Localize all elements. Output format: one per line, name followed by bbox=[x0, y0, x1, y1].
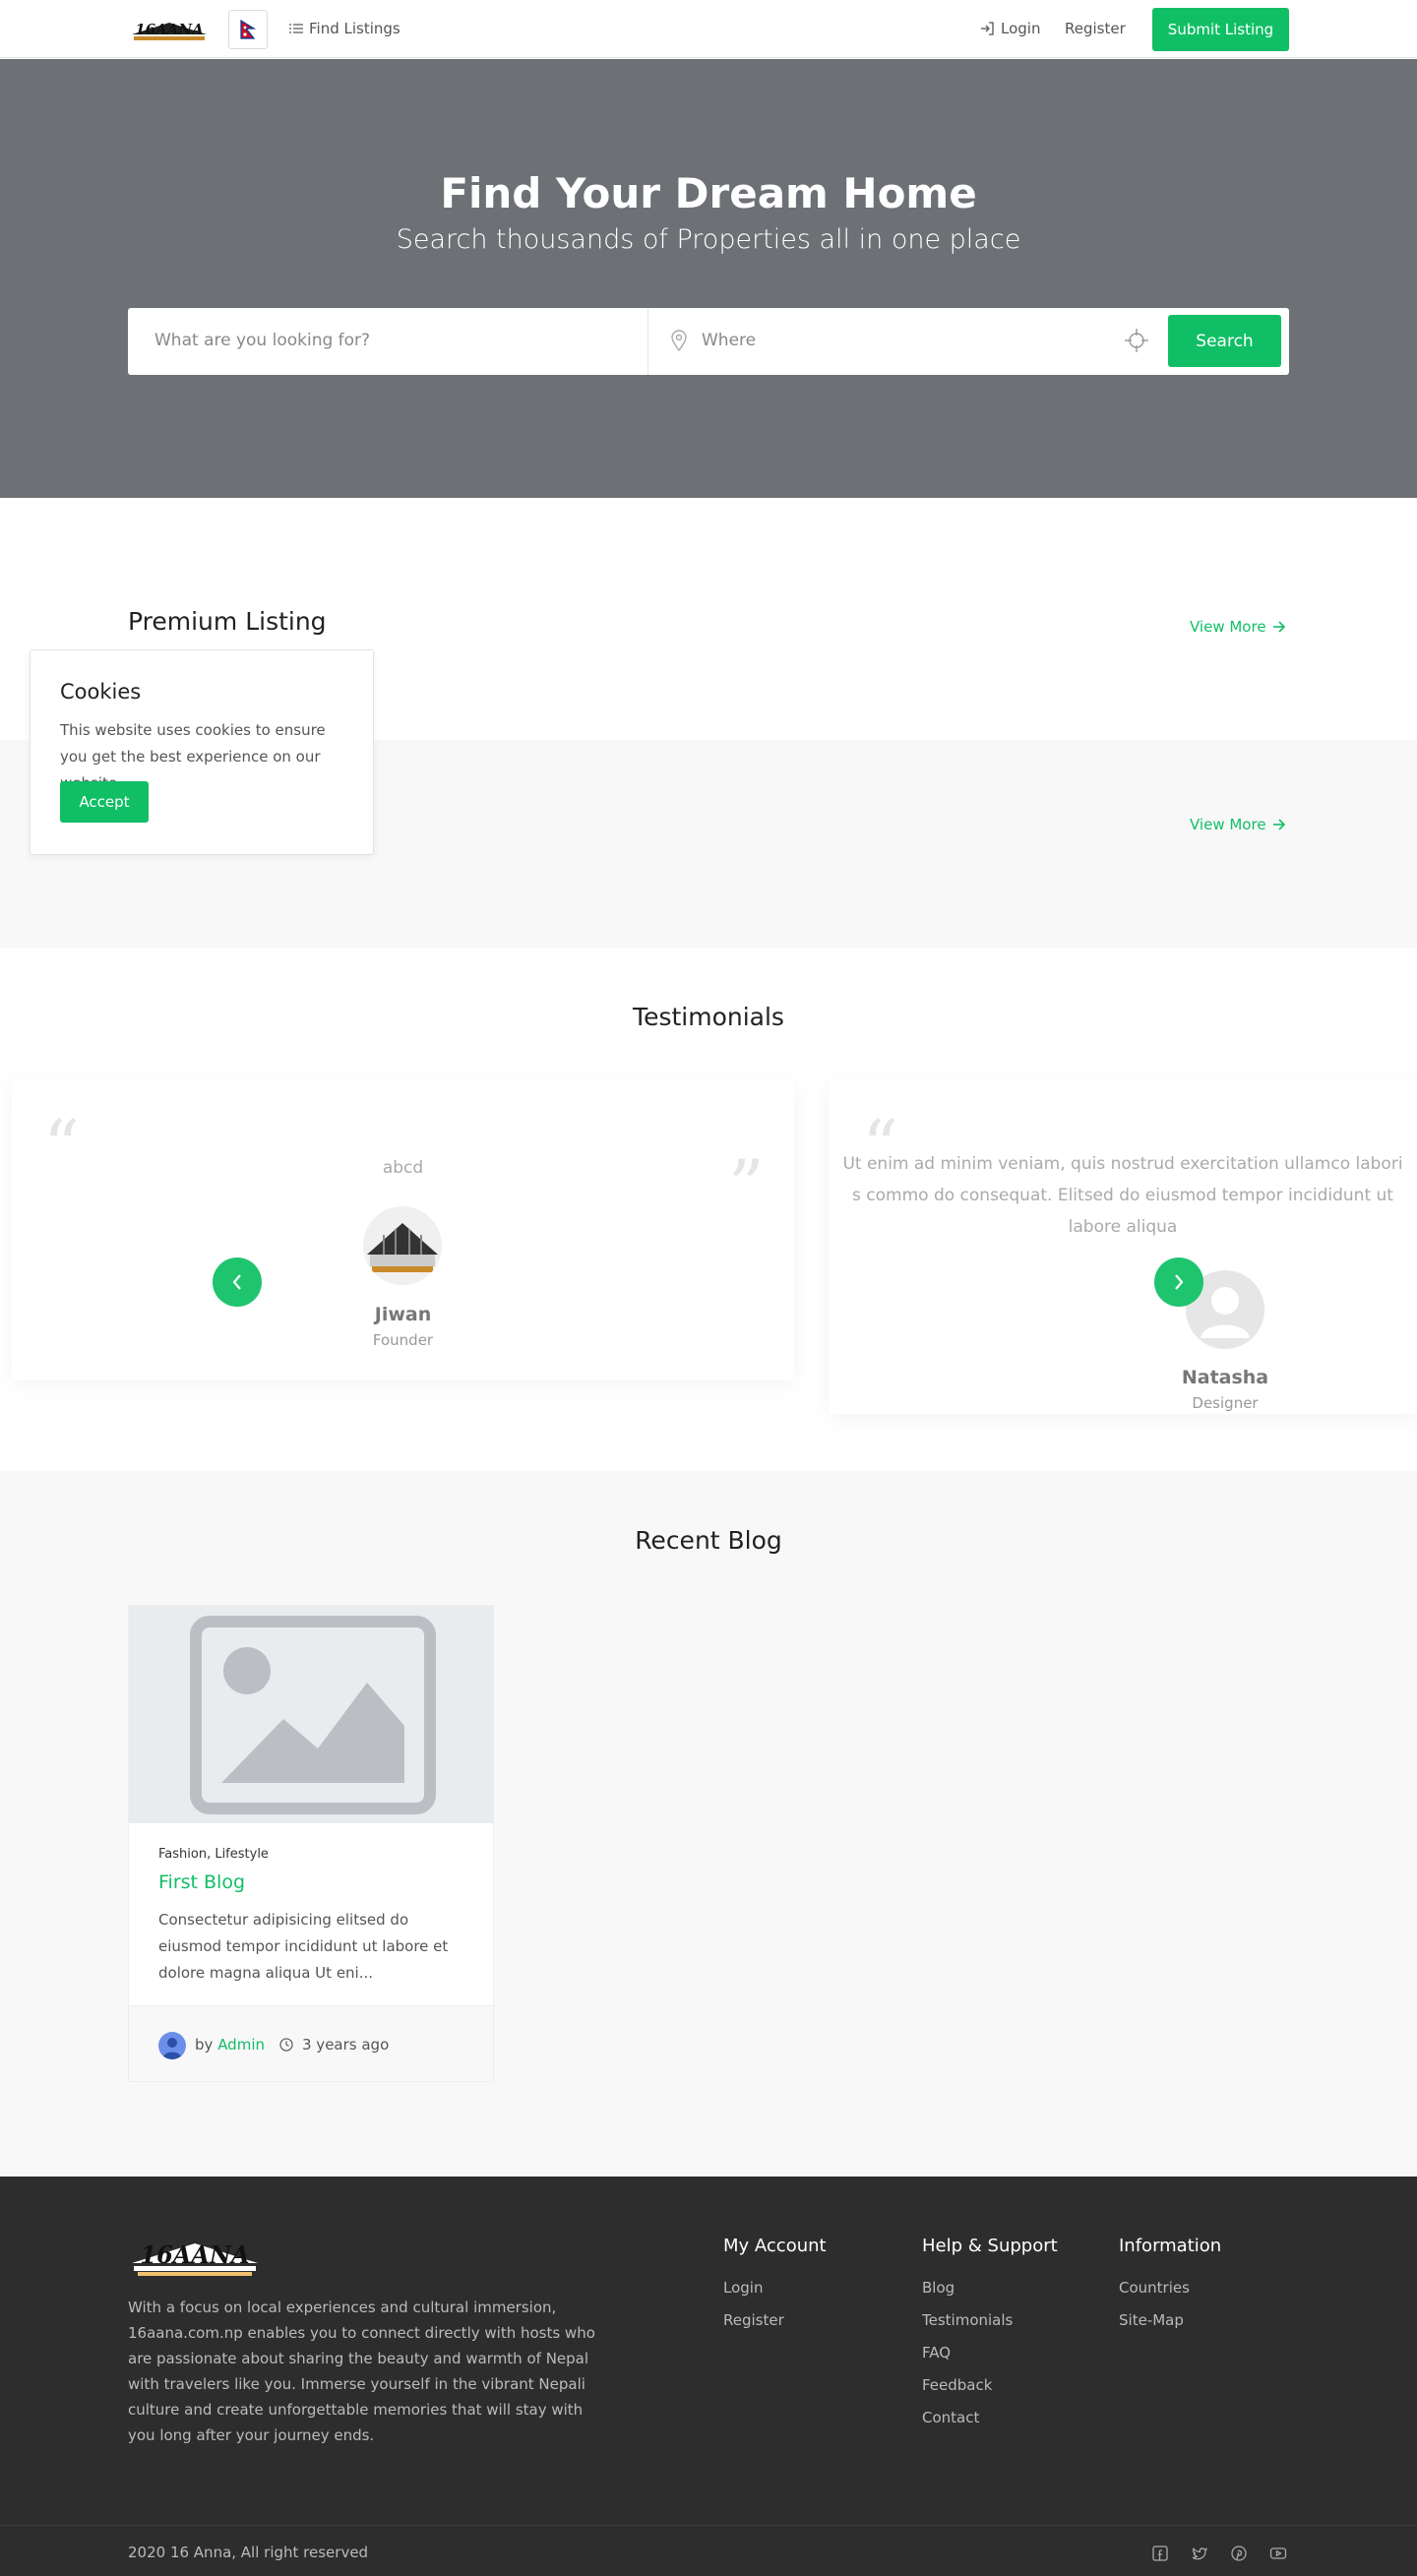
hero-title: Find Your Dream Home bbox=[440, 169, 977, 217]
footer-col-title: Information bbox=[1119, 2236, 1222, 2256]
testimonials-title: Testimonials bbox=[633, 1003, 784, 1031]
footer-link-login[interactable]: Login bbox=[723, 2279, 763, 2297]
list-icon bbox=[289, 24, 303, 33]
premium-listing-title: Premium Listing bbox=[128, 607, 327, 636]
testimonial-role: Founder bbox=[372, 1331, 434, 1349]
site-footer: 16AANA With a focus on local experiences… bbox=[0, 2177, 1417, 2576]
facebook-icon[interactable] bbox=[1151, 2545, 1169, 2562]
testimonial-avatar bbox=[363, 1206, 442, 1285]
blog-time: 3 years ago bbox=[302, 2036, 390, 2054]
login-link[interactable]: Login bbox=[979, 20, 1040, 37]
footer-link-sitemap[interactable]: Site-Map bbox=[1119, 2311, 1184, 2329]
footer-link-faq[interactable]: FAQ bbox=[922, 2344, 951, 2361]
footer-col-title: My Account bbox=[723, 2236, 827, 2256]
nepal-flag-icon bbox=[240, 20, 256, 39]
cookie-accept-button[interactable]: Accept bbox=[60, 781, 149, 823]
footer-link-testimonials[interactable]: Testimonials bbox=[922, 2311, 1013, 2329]
crosshair-icon[interactable] bbox=[1124, 328, 1149, 353]
footer-link-blog[interactable]: Blog bbox=[922, 2279, 955, 2297]
blog-meta: by Admin 3 years ago bbox=[129, 2005, 493, 2081]
pinterest-icon[interactable] bbox=[1230, 2545, 1248, 2562]
footer-divider bbox=[0, 2525, 1417, 2526]
testimonial-role: Designer bbox=[1192, 1394, 1259, 1412]
recent-blog-title: Recent Blog bbox=[635, 1526, 782, 1555]
site-header: 16AANA Find Listings Login Register Subm… bbox=[0, 0, 1417, 58]
image-placeholder-icon bbox=[190, 1616, 436, 1814]
find-listings-label: Find Listings bbox=[309, 20, 400, 37]
author-avatar bbox=[158, 2032, 186, 2059]
chevron-right-icon bbox=[1175, 1274, 1184, 1290]
testimonial-prev-button[interactable] bbox=[213, 1257, 262, 1307]
login-label: Login bbox=[1001, 20, 1041, 37]
arrow-right-icon bbox=[1272, 819, 1285, 830]
cookie-title: Cookies bbox=[60, 680, 142, 704]
hero-section: Find Your Dream Home Search thousands of… bbox=[0, 59, 1417, 498]
chevron-left-icon bbox=[232, 1274, 241, 1290]
register-link[interactable]: Register bbox=[1065, 20, 1126, 37]
footer-link-register[interactable]: Register bbox=[723, 2311, 784, 2329]
arrow-right-icon bbox=[1272, 621, 1285, 633]
keyword-search-input[interactable]: What are you looking for? bbox=[154, 331, 370, 350]
blog-categories[interactable]: Fashion, Lifestyle bbox=[158, 1847, 269, 1862]
blog-post-title[interactable]: First Blog bbox=[158, 1871, 245, 1893]
testimonial-card: “ ” abcd Jiwan Founder bbox=[12, 1079, 794, 1380]
blog-author-line: by Admin bbox=[195, 2036, 265, 2054]
twitter-icon[interactable] bbox=[1191, 2545, 1208, 2562]
cookie-banner: Cookies This website uses cookies to ens… bbox=[30, 649, 374, 855]
testimonial-card: “ Ut enim ad minim veniam, quis nostrud … bbox=[829, 1079, 1417, 1414]
footer-link-feedback[interactable]: Feedback bbox=[922, 2376, 992, 2394]
testimonial-text: abcd bbox=[382, 1158, 424, 1178]
featured-view-more-link[interactable]: View More bbox=[1190, 816, 1285, 833]
by-label: by bbox=[195, 2036, 214, 2054]
search-bar: What are you looking for? Where Search bbox=[128, 308, 1289, 375]
footer-link-contact[interactable]: Contact bbox=[922, 2409, 979, 2426]
svg-text:16AANA: 16AANA bbox=[135, 21, 204, 38]
copyright-text: 2020 16 Anna, All right reserved bbox=[128, 2544, 369, 2561]
search-divider bbox=[647, 308, 648, 375]
location-search-input[interactable]: Where bbox=[702, 331, 756, 350]
footer-logo-text: 16AANA bbox=[140, 2240, 249, 2269]
testimonial-name: Natasha bbox=[1181, 1367, 1269, 1388]
author-link[interactable]: Admin bbox=[217, 2036, 265, 2054]
find-listings-link[interactable]: Find Listings bbox=[289, 20, 400, 37]
youtube-icon[interactable] bbox=[1269, 2545, 1287, 2562]
blog-image-placeholder[interactable] bbox=[129, 1606, 493, 1823]
view-more-label: View More bbox=[1190, 618, 1266, 636]
hero-subtitle: Search thousands of Properties all in on… bbox=[396, 224, 1021, 255]
testimonial-name: Jiwan bbox=[374, 1304, 432, 1325]
map-pin-icon bbox=[671, 330, 687, 351]
premium-view-more-link[interactable]: View More bbox=[1190, 618, 1285, 636]
testimonial-text: Ut enim ad minim veniam, quis nostrud ex… bbox=[842, 1154, 1403, 1237]
login-icon bbox=[981, 22, 994, 35]
country-selector-button[interactable] bbox=[228, 10, 268, 49]
footer-col-title: Help & Support bbox=[922, 2236, 1058, 2256]
view-more-label: View More bbox=[1190, 816, 1266, 833]
blog-card[interactable]: Fashion, Lifestyle First Blog Consectetu… bbox=[128, 1605, 494, 2082]
site-logo[interactable]: 16AANA bbox=[128, 13, 211, 44]
search-button[interactable]: Search bbox=[1168, 315, 1281, 367]
clock-icon bbox=[279, 2038, 293, 2052]
footer-about-text: With a focus on local experiences and cu… bbox=[128, 2299, 595, 2444]
submit-listing-button[interactable]: Submit Listing bbox=[1152, 8, 1289, 51]
testimonial-next-button[interactable] bbox=[1154, 1257, 1203, 1307]
blog-excerpt: Consectetur adipisicing elitsed do eiusm… bbox=[158, 1911, 449, 1982]
footer-logo[interactable]: 16AANA bbox=[128, 2234, 262, 2279]
footer-link-countries[interactable]: Countries bbox=[1119, 2279, 1190, 2297]
